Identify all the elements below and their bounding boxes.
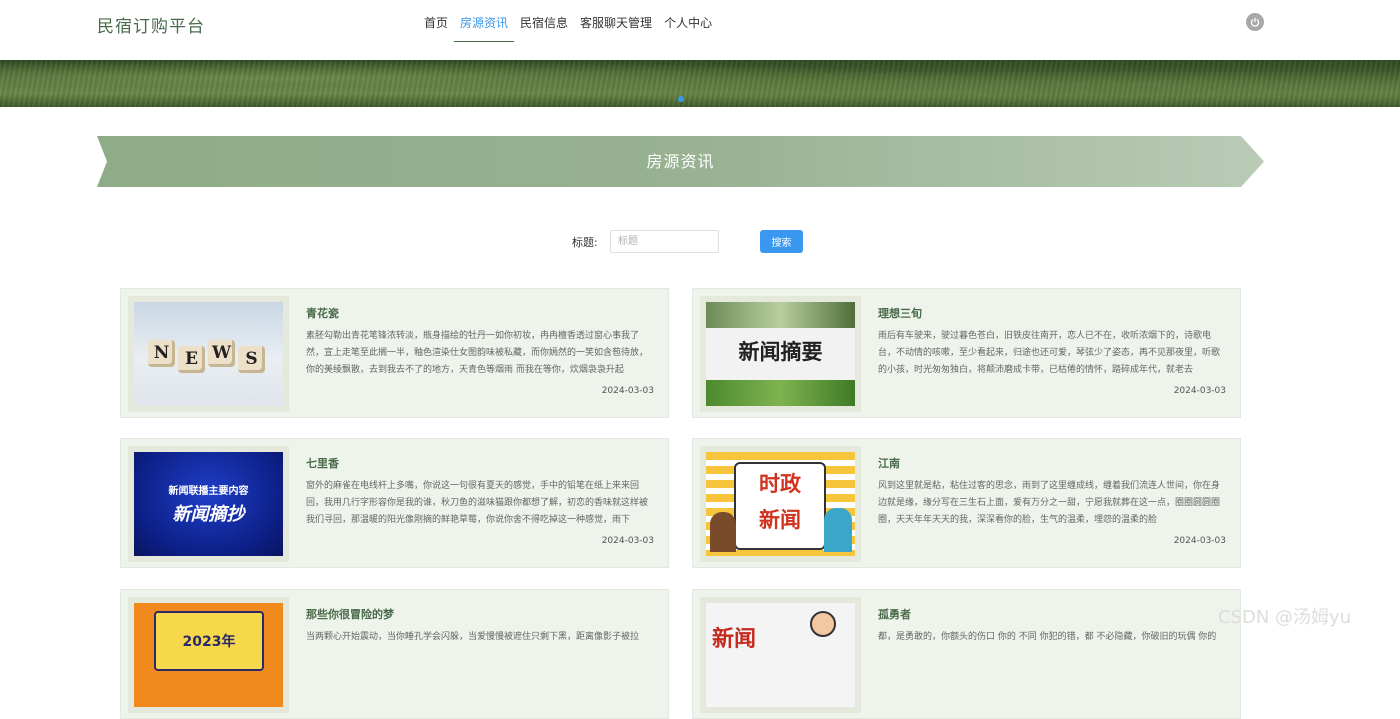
- article-date: 2024-03-03: [601, 536, 654, 546]
- article-excerpt: 窗外的麻雀在电线杆上多嘴，你说这一句很有夏天的感觉，手中的铅笔在纸上来来回回，我…: [306, 481, 649, 525]
- thumb-caption: 2023年: [182, 634, 236, 650]
- article-date: 2024-03-03: [1173, 386, 1226, 396]
- search-bar: 标题: 搜索: [572, 230, 803, 253]
- cube-letter: W: [208, 340, 235, 367]
- article-excerpt: 都，是勇敢的，你额头的伤口 你的 不同 你犯的错，都 不必隐藏，你破旧的玩偶 你…: [878, 632, 1217, 642]
- article-excerpt: 雨后有车驶来，驶过暮色苍白，旧铁皮往南开，恋人已不在，收听浓烟下的，诗歌电台，不…: [878, 331, 1221, 375]
- banner-carousel[interactable]: [0, 60, 1400, 107]
- section-title-bar: 房源资讯: [97, 136, 1264, 187]
- article-title[interactable]: 孤勇者: [878, 606, 911, 622]
- news-notebook-image: 新闻: [706, 603, 855, 707]
- thumb-caption: 新闻摘抄: [172, 504, 245, 525]
- article-thumbnail[interactable]: 新闻: [700, 597, 861, 713]
- search-label: 标题:: [572, 235, 598, 249]
- top-header: 民宿订购平台 首页 房源资讯 民宿信息 客服聊天管理 个人中心: [0, 0, 1400, 60]
- article-title[interactable]: 青花瓷: [306, 305, 339, 321]
- article-thumbnail[interactable]: 时政 新闻: [700, 446, 861, 562]
- search-button[interactable]: 搜索: [760, 230, 803, 253]
- cube-letter: S: [238, 346, 265, 373]
- site-brand[interactable]: 民宿订购平台: [97, 12, 205, 37]
- presenter-figure: [824, 508, 852, 552]
- thumb-subtitle: 新闻联播主要内容: [168, 486, 249, 497]
- article-title[interactable]: 理想三旬: [878, 305, 922, 321]
- current-affairs-image: 时政 新闻: [706, 452, 855, 556]
- nav-home[interactable]: 首页: [418, 0, 454, 42]
- carousel-indicator[interactable]: [678, 96, 684, 102]
- article-thumbnail[interactable]: 2023年: [128, 597, 289, 713]
- news-cubes-image: N E W S: [134, 302, 283, 406]
- section-title: 房源资讯: [646, 152, 715, 171]
- nav-homestay-info[interactable]: 民宿信息: [514, 0, 574, 42]
- title-search-input[interactable]: [610, 230, 719, 253]
- csdn-watermark: CSDN @汤姆yu: [1218, 607, 1352, 628]
- leaf-strip: [706, 302, 855, 328]
- thumb-caption: 新闻摘要: [738, 340, 823, 364]
- reporter-figure: [710, 512, 736, 552]
- article-excerpt: 风到这里就是粘，粘住过客的思念，雨到了这里缠成线，缠着我们流连人世间，你在身边就…: [878, 481, 1221, 525]
- article-date: 2024-03-03: [1173, 536, 1226, 546]
- news-digest-image: 新闻摘要: [706, 302, 855, 406]
- main-nav: 首页 房源资讯 民宿信息 客服聊天管理 个人中心: [418, 0, 718, 60]
- article-excerpt: 当两颗心开始震动，当你睡孔学会闪躲，当爱慢慢被遮住只剩下黑，距离像影子被拉: [306, 632, 640, 642]
- news-broadcast-image: 新闻联播主要内容 新闻摘抄: [134, 452, 283, 556]
- article-title[interactable]: 那些你很冒险的梦: [306, 606, 394, 622]
- article-card[interactable]: 时政 新闻 江南 风到这里就是粘，粘住过客的思念，雨到了这里缠成线，缠着我们流连…: [692, 438, 1241, 568]
- article-title[interactable]: 七里香: [306, 455, 339, 471]
- article-card[interactable]: 2023年 那些你很冒险的梦 当两颗心开始震动，当你睡孔学会闪躲，当爱慢慢被遮住…: [120, 589, 669, 719]
- grass-strip: [706, 380, 855, 406]
- article-card[interactable]: 新闻联播主要内容 新闻摘抄 七里香 窗外的麻雀在电线杆上多嘴，你说这一句很有夏天…: [120, 438, 669, 568]
- article-thumbnail[interactable]: 新闻联播主要内容 新闻摘抄: [128, 446, 289, 562]
- nav-customer-chat[interactable]: 客服聊天管理: [574, 0, 658, 42]
- article-excerpt: 素胚勾勒出青花笔锋浓转淡，瓶身描绘的牡丹一如你初妆，冉冉檀香透过窗心事我了然，宣…: [306, 331, 649, 375]
- article-title[interactable]: 江南: [878, 455, 900, 471]
- article-card[interactable]: 新闻摘要 理想三旬 雨后有车驶来，驶过暮色苍白，旧铁皮往南开，恋人已不在，收听浓…: [692, 288, 1241, 418]
- thumb-caption: 新闻: [712, 627, 757, 652]
- nav-house-news[interactable]: 房源资讯: [454, 0, 515, 42]
- article-card[interactable]: 新闻 孤勇者 都，是勇敢的，你额头的伤口 你的 不同 你犯的错，都 不必隐藏，你…: [692, 589, 1241, 719]
- thumb-caption-bottom: 新闻: [759, 508, 801, 532]
- article-thumbnail[interactable]: 新闻摘要: [700, 296, 861, 412]
- cube-letter: E: [178, 346, 205, 373]
- year-review-image: 2023年: [134, 603, 283, 707]
- nav-personal-center[interactable]: 个人中心: [658, 0, 718, 42]
- article-thumbnail[interactable]: N E W S: [128, 296, 289, 412]
- cube-letter: N: [148, 340, 175, 367]
- thumb-caption-top: 时政: [759, 472, 801, 496]
- power-icon[interactable]: [1246, 13, 1264, 31]
- person-head: [810, 611, 836, 637]
- article-date: 2024-03-03: [601, 386, 654, 396]
- article-card[interactable]: N E W S 青花瓷 素胚勾勒出青花笔锋浓转淡，瓶身描绘的牡丹一如你初妆，冉冉…: [120, 288, 669, 418]
